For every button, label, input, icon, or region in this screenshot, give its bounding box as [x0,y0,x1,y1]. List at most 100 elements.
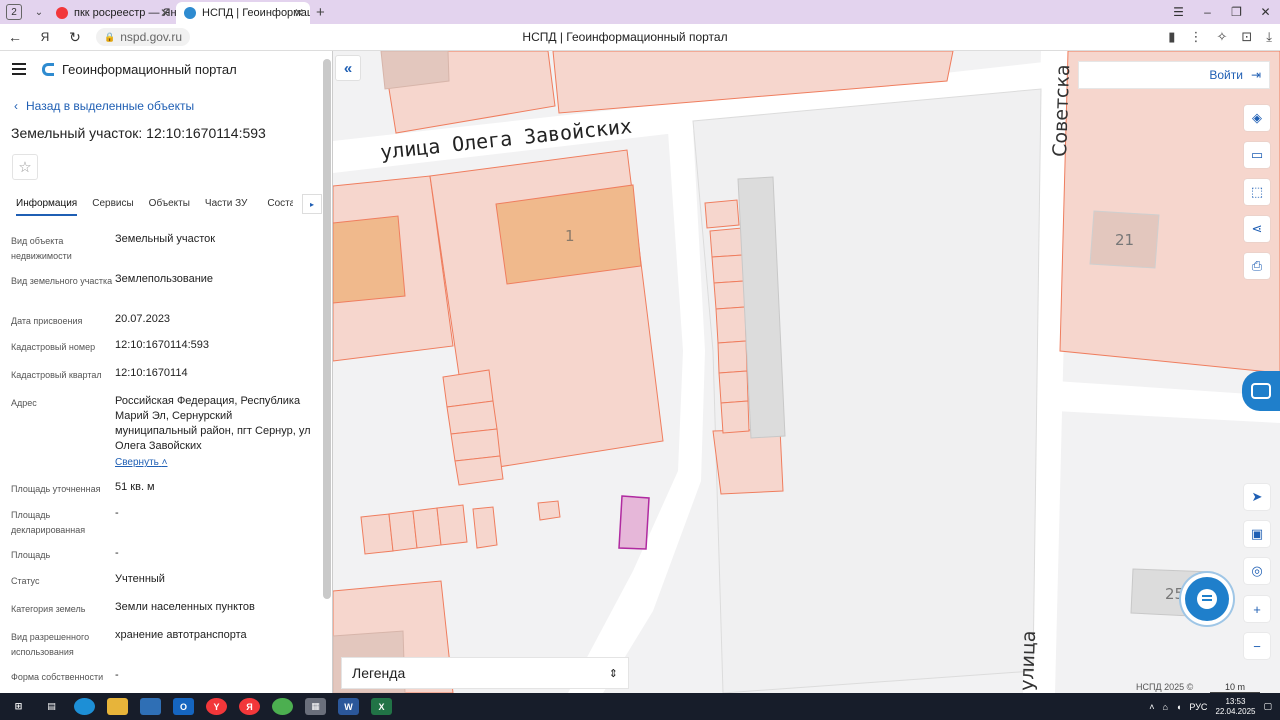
property-row: Вид земельного участка Землепользование [0,272,320,312]
area-select-icon[interactable]: ⬚ [1244,179,1270,205]
object-info-sidebar: Геоинформационный портал ‹ Назад в выдел… [0,51,333,693]
notification-icon[interactable]: ▢ [1263,701,1272,712]
hamburger-menu-icon[interactable] [12,60,26,78]
restore-icon[interactable]: ❐ [1222,0,1251,24]
chat-icon[interactable] [1185,577,1229,621]
network-icon[interactable]: ⌂ [1163,702,1168,712]
minimap-icon[interactable]: ▣ [1244,521,1270,547]
property-key: Кадастровый квартал [11,370,102,380]
word-icon[interactable]: W [338,698,359,715]
favorite-star-icon[interactable]: ☆ [12,154,38,180]
yandex-icon[interactable]: Я [239,698,260,715]
ruler-icon[interactable]: ▭ [1244,142,1270,168]
store-icon[interactable] [140,698,161,715]
sidebar-scrollbar[interactable] [323,59,331,599]
bookmark-icon[interactable]: ▮ [1168,29,1175,45]
more-icon[interactable]: ⋮ [1189,29,1202,45]
file-explorer-icon[interactable] [107,698,128,715]
menu-icon[interactable]: ☰ [1164,0,1193,24]
translate-icon[interactable]: ⊡ [1241,29,1252,45]
url-field[interactable]: 🔒 nspd.gov.ru [96,28,191,46]
property-key: Вид объекта недвижимости [11,236,72,261]
map-canvas[interactable]: улица Олега Завойских Советска улица 1 2… [333,51,1280,693]
close-window-icon[interactable]: ✕ [1251,0,1280,24]
chevron-down-icon[interactable]: ⌄ [30,7,48,18]
tab-nspd[interactable]: НСПД | Геоинформацио ✕ [176,2,310,24]
property-key: Дата присвоения [11,316,83,326]
building-number: 1 [565,227,575,245]
login-label: Войти [1209,68,1243,82]
share-icon[interactable]: ⋖ [1244,216,1270,242]
property-row: Площадь уточненная 51 кв. м [0,480,320,506]
minimize-icon[interactable]: – [1193,0,1222,24]
tabs-scroll-right-icon[interactable]: ▸ [302,194,322,214]
clock[interactable]: 13:53 22.04.2025 [1215,697,1255,717]
windows-start-icon[interactable]: ⊞ [8,698,29,715]
login-icon: ⇥ [1250,68,1261,82]
system-tray: ˄ ⌂ ◖ РУС 13:53 22.04.2025 ▢ [1149,693,1272,720]
layers-icon[interactable]: ◈ [1244,105,1270,131]
property-row: Площадь декларированная - [0,506,320,546]
property-row: Площадь - [0,546,320,572]
collapse-label: Свернуть [115,457,159,468]
globe-icon [184,7,196,19]
selected-parcel[interactable] [618,495,650,550]
tab-parts[interactable]: Части ЗУ [205,194,247,216]
property-value: - [115,547,119,559]
cadastral-map[interactable]: улица Олега Завойских Советска улица 1 2… [333,51,1280,693]
yandex-icon[interactable]: Я [30,30,60,44]
close-icon[interactable]: ✕ [160,6,170,20]
tab-count-badge[interactable]: 2 [6,4,22,20]
browser-tab-bar: 2 ⌄ пкк росреестр — Яндекс ✕ НСПД | Геои… [0,0,1280,24]
property-value: Учтенный [115,573,165,585]
assistant-icon[interactable] [1242,371,1280,411]
login-button[interactable]: Войти ⇥ [1078,61,1270,89]
property-value: Земельный участок [115,233,216,245]
download-icon[interactable]: ⤓ [1266,29,1272,45]
tab-services[interactable]: Сервисы [92,194,133,216]
tab-composition[interactable]: Состав [267,194,293,216]
property-row: Статус Учтенный [0,572,320,600]
zoom-out-icon[interactable]: − [1244,633,1270,659]
windows-taskbar: ⊞ ▤ O Y Я ▦ W X ˄ ⌂ ◖ РУС 13:53 22.04.20… [0,693,1280,720]
yandex-browser-icon[interactable]: Y [206,698,227,715]
street-label: улица [1016,630,1040,691]
building-number: 25 [1165,585,1184,603]
language-indicator[interactable]: РУС [1189,702,1207,712]
back-to-selected-link[interactable]: ‹ Назад в выделенные объекты [14,99,332,113]
property-key: Площадь уточненная [11,484,101,494]
property-key: Площадь [11,550,51,560]
url-text: nspd.gov.ru [120,30,183,44]
tab-objects[interactable]: Объекты [149,194,190,216]
outlook-icon[interactable]: O [173,698,194,715]
clock-date: 22.04.2025 [1215,706,1256,716]
excel-icon[interactable]: X [371,698,392,715]
legend-dropdown[interactable]: Легенда ⇕ [341,657,629,689]
collapse-sidebar-button[interactable]: « [335,55,361,81]
volume-icon[interactable]: ◖ [1176,702,1181,712]
locate-icon[interactable]: ◎ [1244,558,1270,584]
back-arrow-icon[interactable]: ← [0,29,30,45]
scale-bar: 10 m [1210,682,1260,693]
extensions-icon[interactable]: ✧ [1216,29,1227,45]
close-icon[interactable]: ✕ [294,6,304,20]
task-view-icon[interactable]: ▤ [41,698,62,715]
address-actions: ▮ ⋮ ✧ ⊡ ⤓ [1168,29,1272,45]
print-icon[interactable]: ⎙ [1244,253,1270,279]
tab-information[interactable]: Информация [16,194,78,216]
zoom-in-icon[interactable]: + [1244,596,1270,622]
property-list: Вид объекта недвижимости Земельный участ… [0,232,320,692]
chrome-icon[interactable] [272,698,293,715]
tab-yandex[interactable]: пкк росреестр — Яндекс ✕ [48,2,176,24]
collapse-address-link[interactable]: Свернуть ˄ [115,455,311,470]
calculator-icon[interactable]: ▦ [305,698,326,715]
reload-icon[interactable]: ↻ [60,29,90,46]
tray-arrow-icon[interactable]: ˄ [1149,702,1154,712]
property-value: 12:10:1670114:593 [115,339,209,351]
object-tabs: Информация Сервисы Объекты Части ЗУ Сост… [0,194,322,216]
new-tab-plus-icon[interactable]: + [316,4,325,21]
navigate-icon[interactable]: ➤ [1244,484,1270,510]
property-value: - [115,507,119,519]
expand-icon: ⇕ [608,667,618,680]
edge-icon[interactable] [74,698,95,715]
